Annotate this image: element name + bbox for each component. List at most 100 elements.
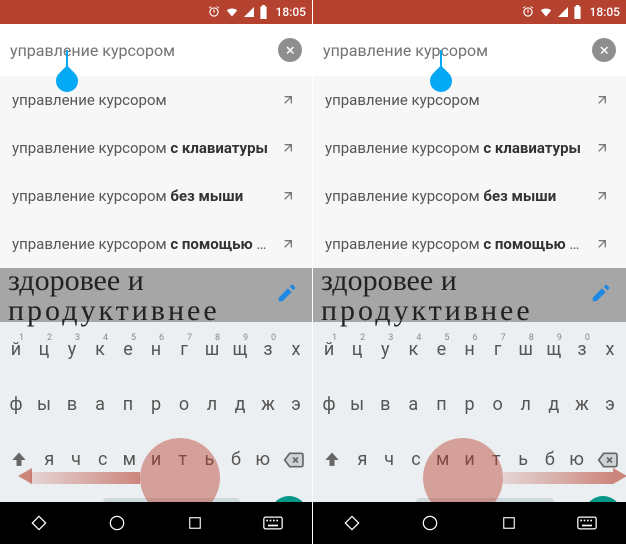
letter-key[interactable]: у3 — [58, 331, 86, 368]
suggestion-item[interactable]: управление курсором с помощью веб ка — [0, 220, 312, 268]
letter-key[interactable]: ы — [30, 386, 58, 423]
letter-key[interactable]: ч — [63, 441, 90, 478]
letter-key[interactable]: г7 — [484, 331, 512, 368]
keyboard-switcher-button[interactable] — [253, 503, 293, 543]
letter-key[interactable]: ь — [196, 441, 223, 478]
letter-key[interactable]: о — [484, 386, 512, 423]
letter-key[interactable]: з0 — [568, 331, 596, 368]
letter-key[interactable]: л — [198, 386, 226, 423]
letter-key[interactable]: н6 — [142, 331, 170, 368]
suggestion-item[interactable]: управление курсором с клавиатуры — [0, 124, 312, 172]
letter-key[interactable]: я — [36, 441, 63, 478]
letter-key[interactable]: и — [143, 441, 170, 478]
letter-key[interactable]: в — [371, 386, 399, 423]
suggestion-item[interactable]: управление курсором с помощью веб ка — [313, 220, 626, 268]
letter-key[interactable]: м — [429, 441, 456, 478]
letter-key[interactable]: п — [427, 386, 455, 423]
letter-key[interactable]: ш8 — [198, 331, 226, 368]
clear-search-button[interactable] — [592, 38, 616, 62]
letter-key[interactable]: э — [596, 386, 624, 423]
letter-key[interactable]: к4 — [399, 331, 427, 368]
backspace-key[interactable] — [590, 443, 624, 477]
letter-key[interactable]: д — [226, 386, 254, 423]
keyboard-switcher-button[interactable] — [567, 503, 607, 543]
home-button[interactable] — [97, 503, 137, 543]
letter-key[interactable]: я — [349, 441, 376, 478]
shift-key[interactable] — [315, 443, 349, 477]
home-button[interactable] — [410, 503, 450, 543]
suggestion-item[interactable]: управление курсором без мыши — [313, 172, 626, 220]
text-cursor-handle[interactable] — [430, 70, 452, 92]
letter-key[interactable]: у3 — [371, 331, 399, 368]
letter-key[interactable]: й1 — [315, 331, 343, 368]
letter-key[interactable]: г7 — [170, 331, 198, 368]
recents-button[interactable] — [175, 503, 215, 543]
letter-key[interactable]: к4 — [86, 331, 114, 368]
suggestion-item[interactable]: управление курсором без мыши — [0, 172, 312, 220]
letter-key[interactable]: в — [58, 386, 86, 423]
backspace-key[interactable] — [276, 443, 310, 477]
letter-key[interactable]: ш8 — [512, 331, 540, 368]
search-bar[interactable]: управление курсором — [0, 24, 312, 76]
letter-key[interactable]: с — [403, 441, 430, 478]
letter-key[interactable]: н6 — [455, 331, 483, 368]
recents-button[interactable] — [489, 503, 529, 543]
letter-key[interactable]: е5 — [427, 331, 455, 368]
letter-key[interactable]: ю — [563, 441, 590, 478]
letter-key[interactable]: л — [512, 386, 540, 423]
letter-key[interactable]: х — [596, 331, 624, 368]
insert-suggestion-icon[interactable] — [590, 88, 614, 112]
letter-key[interactable]: х — [282, 331, 310, 368]
letter-key[interactable]: м — [116, 441, 143, 478]
letter-key[interactable]: т — [169, 441, 196, 478]
keyboard-row-3: ячсмитьбю — [313, 432, 626, 487]
letter-key[interactable]: р — [142, 386, 170, 423]
letter-key[interactable]: б — [223, 441, 250, 478]
letter-key[interactable]: е5 — [114, 331, 142, 368]
letter-key[interactable]: с — [89, 441, 116, 478]
letter-key[interactable]: ж — [254, 386, 282, 423]
insert-suggestion-icon[interactable] — [276, 88, 300, 112]
letter-key[interactable]: ф — [2, 386, 30, 423]
letter-key[interactable]: ж — [568, 386, 596, 423]
letter-key[interactable]: э — [282, 386, 310, 423]
letter-key[interactable]: т — [483, 441, 510, 478]
letter-key[interactable]: а — [399, 386, 427, 423]
suggestion-item[interactable]: управление курсором — [0, 76, 312, 124]
clear-search-button[interactable] — [278, 38, 302, 62]
letter-key[interactable]: щ9 — [540, 331, 568, 368]
letter-key[interactable]: щ9 — [226, 331, 254, 368]
letter-key[interactable]: ц2 — [30, 331, 58, 368]
letter-key[interactable]: ь — [510, 441, 537, 478]
letter-key[interactable]: ц2 — [343, 331, 371, 368]
search-query[interactable]: управление курсором — [323, 41, 592, 60]
insert-suggestion-icon[interactable] — [276, 136, 300, 160]
letter-key[interactable]: а — [86, 386, 114, 423]
insert-suggestion-icon[interactable] — [276, 184, 300, 208]
letter-key[interactable]: о — [170, 386, 198, 423]
search-bar[interactable]: управление курсором — [313, 24, 626, 76]
keyboard-row-2: фывапролджэ — [0, 377, 312, 432]
shift-key[interactable] — [2, 443, 36, 477]
text-cursor-handle[interactable] — [56, 70, 78, 92]
letter-key[interactable]: ы — [343, 386, 371, 423]
letter-key[interactable]: б — [536, 441, 563, 478]
letter-key[interactable]: р — [455, 386, 483, 423]
insert-suggestion-icon[interactable] — [590, 136, 614, 160]
insert-suggestion-icon[interactable] — [590, 232, 614, 256]
suggestion-item[interactable]: управление курсором — [313, 76, 626, 124]
letter-key[interactable]: д — [540, 386, 568, 423]
search-query[interactable]: управление курсором — [10, 41, 278, 60]
letter-key[interactable]: ф — [315, 386, 343, 423]
insert-suggestion-icon[interactable] — [276, 232, 300, 256]
suggestion-item[interactable]: управление курсором с клавиатуры — [313, 124, 626, 172]
letter-key[interactable]: з0 — [254, 331, 282, 368]
letter-key[interactable]: й1 — [2, 331, 30, 368]
letter-key[interactable]: и — [456, 441, 483, 478]
back-button[interactable] — [332, 503, 372, 543]
insert-suggestion-icon[interactable] — [590, 184, 614, 208]
letter-key[interactable]: п — [114, 386, 142, 423]
letter-key[interactable]: ч — [376, 441, 403, 478]
back-button[interactable] — [19, 503, 59, 543]
letter-key[interactable]: ю — [249, 441, 276, 478]
